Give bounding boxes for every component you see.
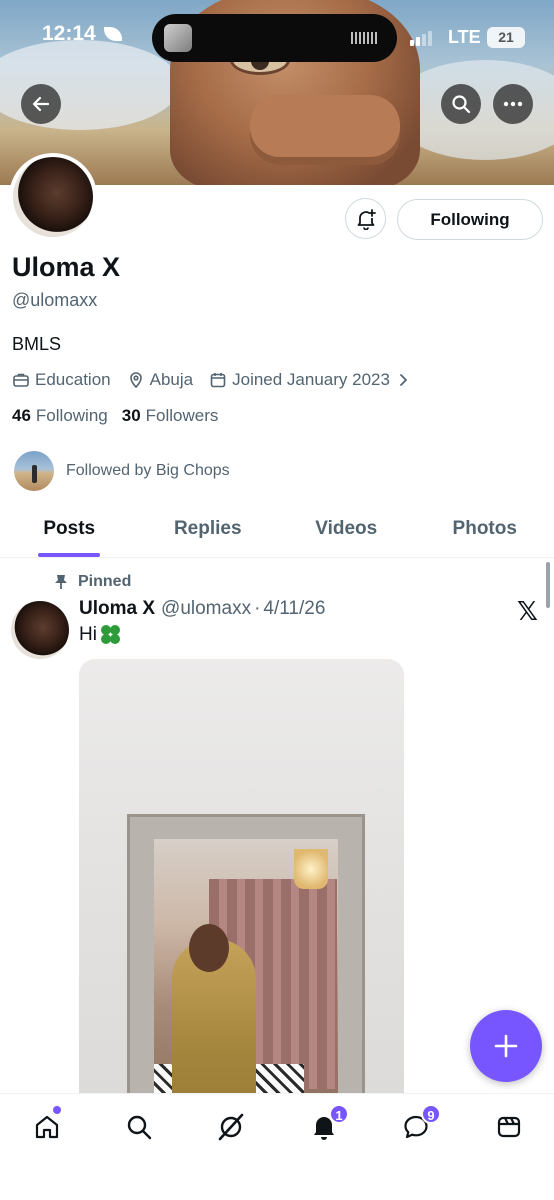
category-label: Education	[35, 370, 111, 389]
following-button[interactable]: Following	[397, 199, 543, 240]
nav-explore[interactable]	[122, 1110, 156, 1144]
status-time: 12:14	[42, 22, 96, 45]
profile-handle: @ulomaxx	[12, 290, 98, 310]
photo-person-head	[189, 924, 229, 972]
search-icon	[452, 95, 471, 114]
location-pin-icon	[129, 372, 142, 389]
profile-name: Uloma X	[12, 252, 121, 282]
more-button[interactable]	[493, 84, 533, 124]
post-date: 4/11/26	[263, 598, 326, 619]
status-bar: 12:14 LTE 21	[0, 0, 554, 76]
home-unread-dot	[53, 1106, 61, 1114]
search-icon	[127, 1115, 152, 1140]
profile-location: Abuja	[127, 370, 193, 390]
joined-label: Joined January 2023	[232, 370, 390, 389]
post-author-avatar[interactable]	[11, 601, 69, 659]
post-separator: ·	[254, 598, 261, 619]
briefcase-icon	[13, 373, 29, 387]
post-image[interactable]	[79, 659, 404, 1119]
notify-button[interactable]	[345, 198, 386, 239]
calendar-icon	[210, 373, 226, 388]
pinned-label: Pinned	[78, 573, 132, 590]
profile-joined[interactable]: Joined January 2023	[209, 370, 415, 390]
bottom-nav: 1 9	[0, 1093, 554, 1200]
post-author-name[interactable]: Uloma X	[79, 598, 155, 620]
followers-label: Followers	[145, 406, 219, 425]
followers-count: 30	[121, 406, 141, 425]
scrollbar[interactable]	[546, 562, 550, 608]
network-type: LTE	[448, 27, 481, 47]
dynamic-island	[152, 14, 397, 62]
photo-mirror	[127, 814, 365, 1119]
followers-count-link[interactable]: 30 Followers	[122, 406, 219, 426]
profile-avatar[interactable]	[9, 153, 97, 241]
post-text: Hi	[79, 624, 121, 646]
photo-lamp	[294, 849, 328, 889]
messages-badge: 9	[421, 1104, 441, 1124]
audio-wave-icon	[351, 32, 379, 44]
more-icon	[503, 101, 523, 107]
tab-photos[interactable]: Photos	[416, 504, 554, 557]
follow-counts: 46 Following 30 Followers	[12, 406, 232, 426]
following-count: 46	[12, 406, 31, 425]
post-text-content: Hi	[79, 624, 97, 645]
pinned-indicator: Pinned	[54, 573, 131, 591]
avatar-image	[13, 157, 93, 237]
followed-by[interactable]: Followed by Big Chops	[14, 451, 230, 491]
nav-grok[interactable]	[214, 1110, 248, 1144]
search-button[interactable]	[441, 84, 481, 124]
profile-category: Education	[12, 370, 111, 390]
following-label: Following	[35, 406, 108, 425]
nav-messages[interactable]: 9	[399, 1104, 441, 1144]
chevron-right-icon	[400, 374, 408, 386]
four-leaf-clover-icon	[100, 625, 121, 645]
bell-plus-icon	[357, 208, 376, 230]
tab-posts[interactable]: Posts	[0, 504, 139, 557]
tab-replies[interactable]: Replies	[139, 504, 278, 557]
location-label: Abuja	[149, 370, 194, 389]
leaf-icon	[104, 27, 122, 41]
post-author-handle[interactable]: @ulomaxx	[161, 598, 251, 620]
profile-bio: BMLS	[12, 334, 62, 354]
nav-home[interactable]	[30, 1106, 64, 1144]
photo-mirror-reflection	[154, 839, 338, 1119]
now-playing-thumbnail	[164, 24, 192, 52]
follower-avatar	[14, 451, 54, 491]
nav-communities[interactable]	[492, 1110, 526, 1144]
post-header: Uloma X @ulomaxx · 4/11/26	[79, 598, 325, 620]
signal-icon	[410, 30, 436, 46]
profile-meta: Education Abuja Joined January 2023	[12, 369, 431, 391]
grok-icon	[218, 1113, 244, 1141]
communities-icon	[497, 1116, 521, 1138]
x-logo-icon[interactable]: 𝕏	[517, 597, 538, 627]
profile-tabs: Posts Replies Videos Photos	[0, 504, 554, 558]
pin-icon	[55, 575, 67, 589]
compose-button[interactable]	[470, 1010, 542, 1082]
plus-icon	[494, 1034, 518, 1058]
notifications-badge: 1	[329, 1104, 349, 1124]
arrow-left-icon	[32, 96, 50, 112]
home-icon	[35, 1115, 59, 1139]
battery-icon: 21	[487, 27, 525, 48]
banner-artwork-hand	[250, 95, 400, 165]
nav-notifications[interactable]: 1	[307, 1104, 349, 1144]
following-count-link[interactable]: 46 Following	[12, 406, 108, 426]
back-button[interactable]	[21, 84, 61, 124]
tab-videos[interactable]: Videos	[277, 504, 416, 557]
followed-by-label: Followed by Big Chops	[66, 462, 230, 479]
